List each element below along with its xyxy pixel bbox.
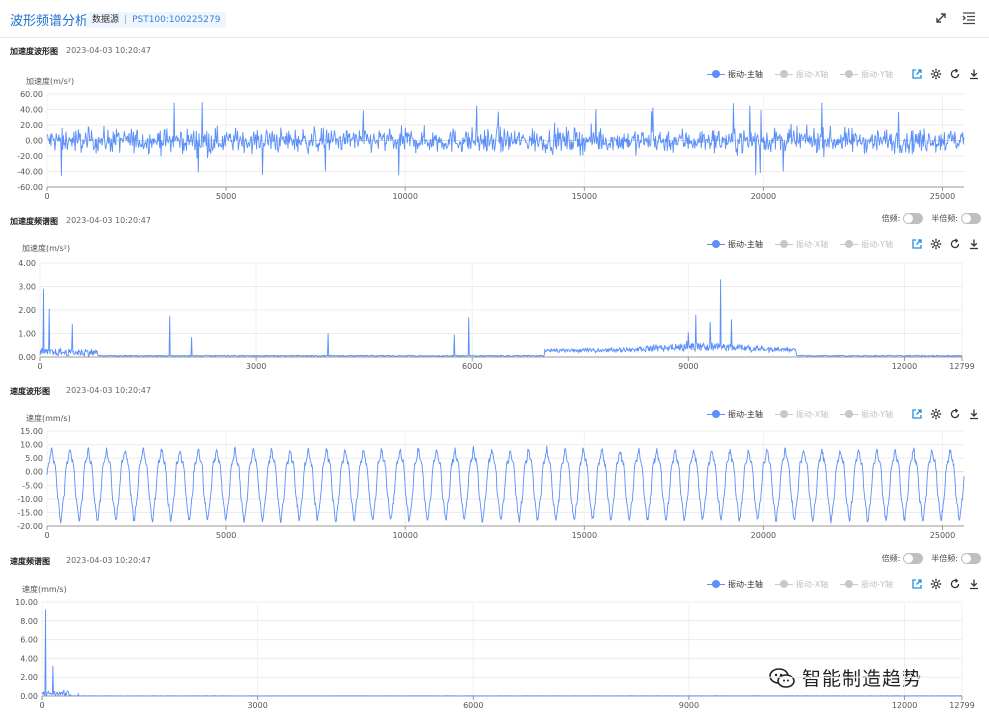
x-tick-label: 6000 bbox=[463, 701, 483, 710]
y-tick-label: 4.00 bbox=[20, 654, 38, 663]
x-tick-label: 12799 bbox=[949, 701, 974, 710]
y-tick-label: 10.00 bbox=[15, 598, 38, 607]
y-tick-label: 0.00 bbox=[20, 692, 38, 701]
x-tick-label: 3000 bbox=[247, 701, 267, 710]
x-tick-label: 9000 bbox=[679, 701, 699, 710]
x-tick-label: 12000 bbox=[892, 701, 917, 710]
y-tick-label: 2.00 bbox=[20, 673, 38, 682]
x-tick-label: 0 bbox=[39, 701, 44, 710]
y-tick-label: 6.00 bbox=[20, 636, 38, 645]
series-line[interactable] bbox=[41, 609, 962, 697]
y-tick-label: 8.00 bbox=[20, 617, 38, 626]
chart-vel-spec[interactable]: 10.00 8.00 6.00 4.00 2.00 0.000 3000 6000 9000 12… bbox=[0, 0, 989, 720]
